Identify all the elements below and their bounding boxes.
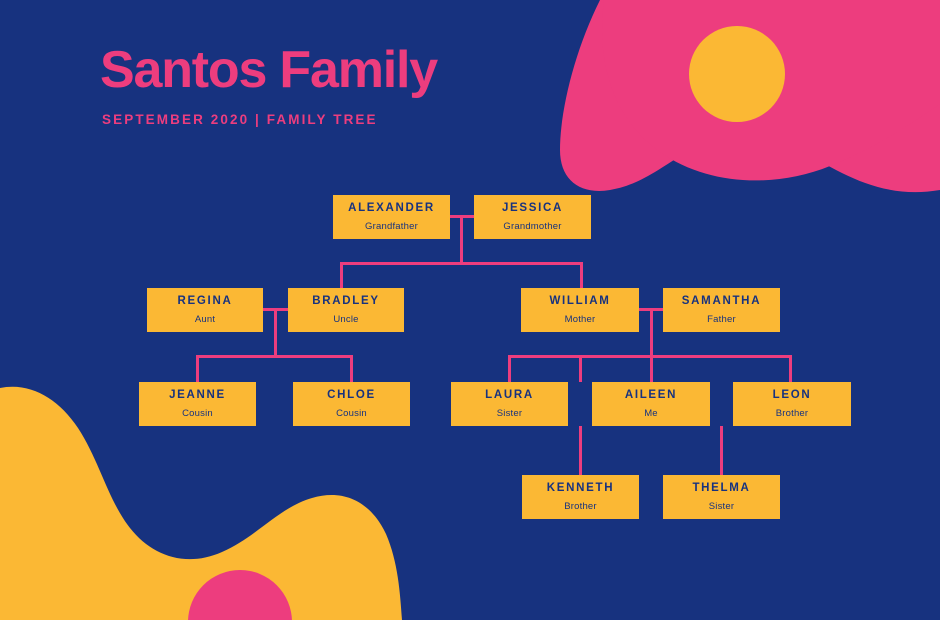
family-member-kenneth[interactable]: KENNETH Brother	[522, 475, 639, 519]
family-member-william[interactable]: WILLIAM Mother	[521, 288, 639, 332]
drop-to-aileen	[650, 355, 653, 382]
member-name: SAMANTHA	[681, 295, 762, 307]
member-role: Me	[644, 407, 658, 419]
family-member-alexander[interactable]: ALEXANDER Grandfather	[333, 195, 450, 239]
member-role: Cousin	[336, 407, 367, 419]
drop-to-kenneth-upper	[579, 355, 582, 382]
member-role: Brother	[564, 500, 597, 512]
member-name: LAURA	[485, 389, 534, 401]
drop-to-kenneth-lower	[579, 426, 582, 475]
drop-to-chloe	[350, 355, 353, 382]
drop-from-grandparents	[460, 215, 463, 264]
sibling-bus-cousins	[196, 355, 353, 358]
member-name: WILLIAM	[549, 295, 611, 307]
member-name: CHLOE	[327, 389, 376, 401]
member-role: Grandmother	[503, 220, 562, 232]
member-name: THELMA	[692, 482, 751, 494]
member-name: AILEEN	[624, 389, 678, 401]
family-member-leon[interactable]: LEON Brother	[733, 382, 851, 426]
member-role: Grandfather	[365, 220, 418, 232]
drop-to-jeanne	[196, 355, 199, 382]
page-title: Santos Family	[100, 41, 438, 99]
drop-to-bradley	[340, 262, 343, 288]
drop-from-regina-bradley	[274, 308, 277, 357]
family-member-laura[interactable]: LAURA Sister	[451, 382, 568, 426]
family-member-aileen[interactable]: AILEEN Me	[592, 382, 710, 426]
member-role: Brother	[775, 407, 809, 419]
member-role: Sister	[496, 407, 523, 419]
sibling-bus-generation-2	[340, 262, 583, 265]
member-role: Sister	[708, 500, 735, 512]
drop-to-laura	[508, 355, 511, 382]
member-role: Father	[707, 313, 736, 325]
drop-from-william-samantha	[650, 308, 653, 357]
drop-to-thelma-lower	[720, 426, 723, 475]
drop-to-leon	[789, 355, 792, 382]
family-member-samantha[interactable]: SAMANTHA Father	[663, 288, 780, 332]
member-role: Cousin	[182, 407, 213, 419]
member-name: KENNETH	[546, 482, 615, 494]
family-member-chloe[interactable]: CHLOE Cousin	[293, 382, 410, 426]
drop-to-william	[580, 262, 583, 288]
member-name: JESSICA	[501, 202, 564, 214]
family-member-jessica[interactable]: JESSICA Grandmother	[474, 195, 591, 239]
family-member-bradley[interactable]: BRADLEY Uncle	[288, 288, 404, 332]
family-member-thelma[interactable]: THELMA Sister	[663, 475, 780, 519]
member-name: LEON	[772, 389, 812, 401]
member-name: JEANNE	[169, 389, 226, 401]
family-member-regina[interactable]: REGINA Aunt	[147, 288, 263, 332]
member-name: BRADLEY	[312, 295, 380, 307]
member-name: REGINA	[177, 295, 233, 307]
member-name: ALEXANDER	[348, 202, 435, 214]
member-role: Mother	[564, 313, 596, 325]
page-subtitle: SEPTEMBER 2020 | FAMILY TREE	[102, 112, 378, 127]
member-role: Uncle	[333, 313, 359, 325]
member-role: Aunt	[194, 313, 216, 325]
family-member-jeanne[interactable]: JEANNE Cousin	[139, 382, 256, 426]
header-block: Santos Family SEPTEMBER 2020 | FAMILY TR…	[100, 41, 438, 127]
